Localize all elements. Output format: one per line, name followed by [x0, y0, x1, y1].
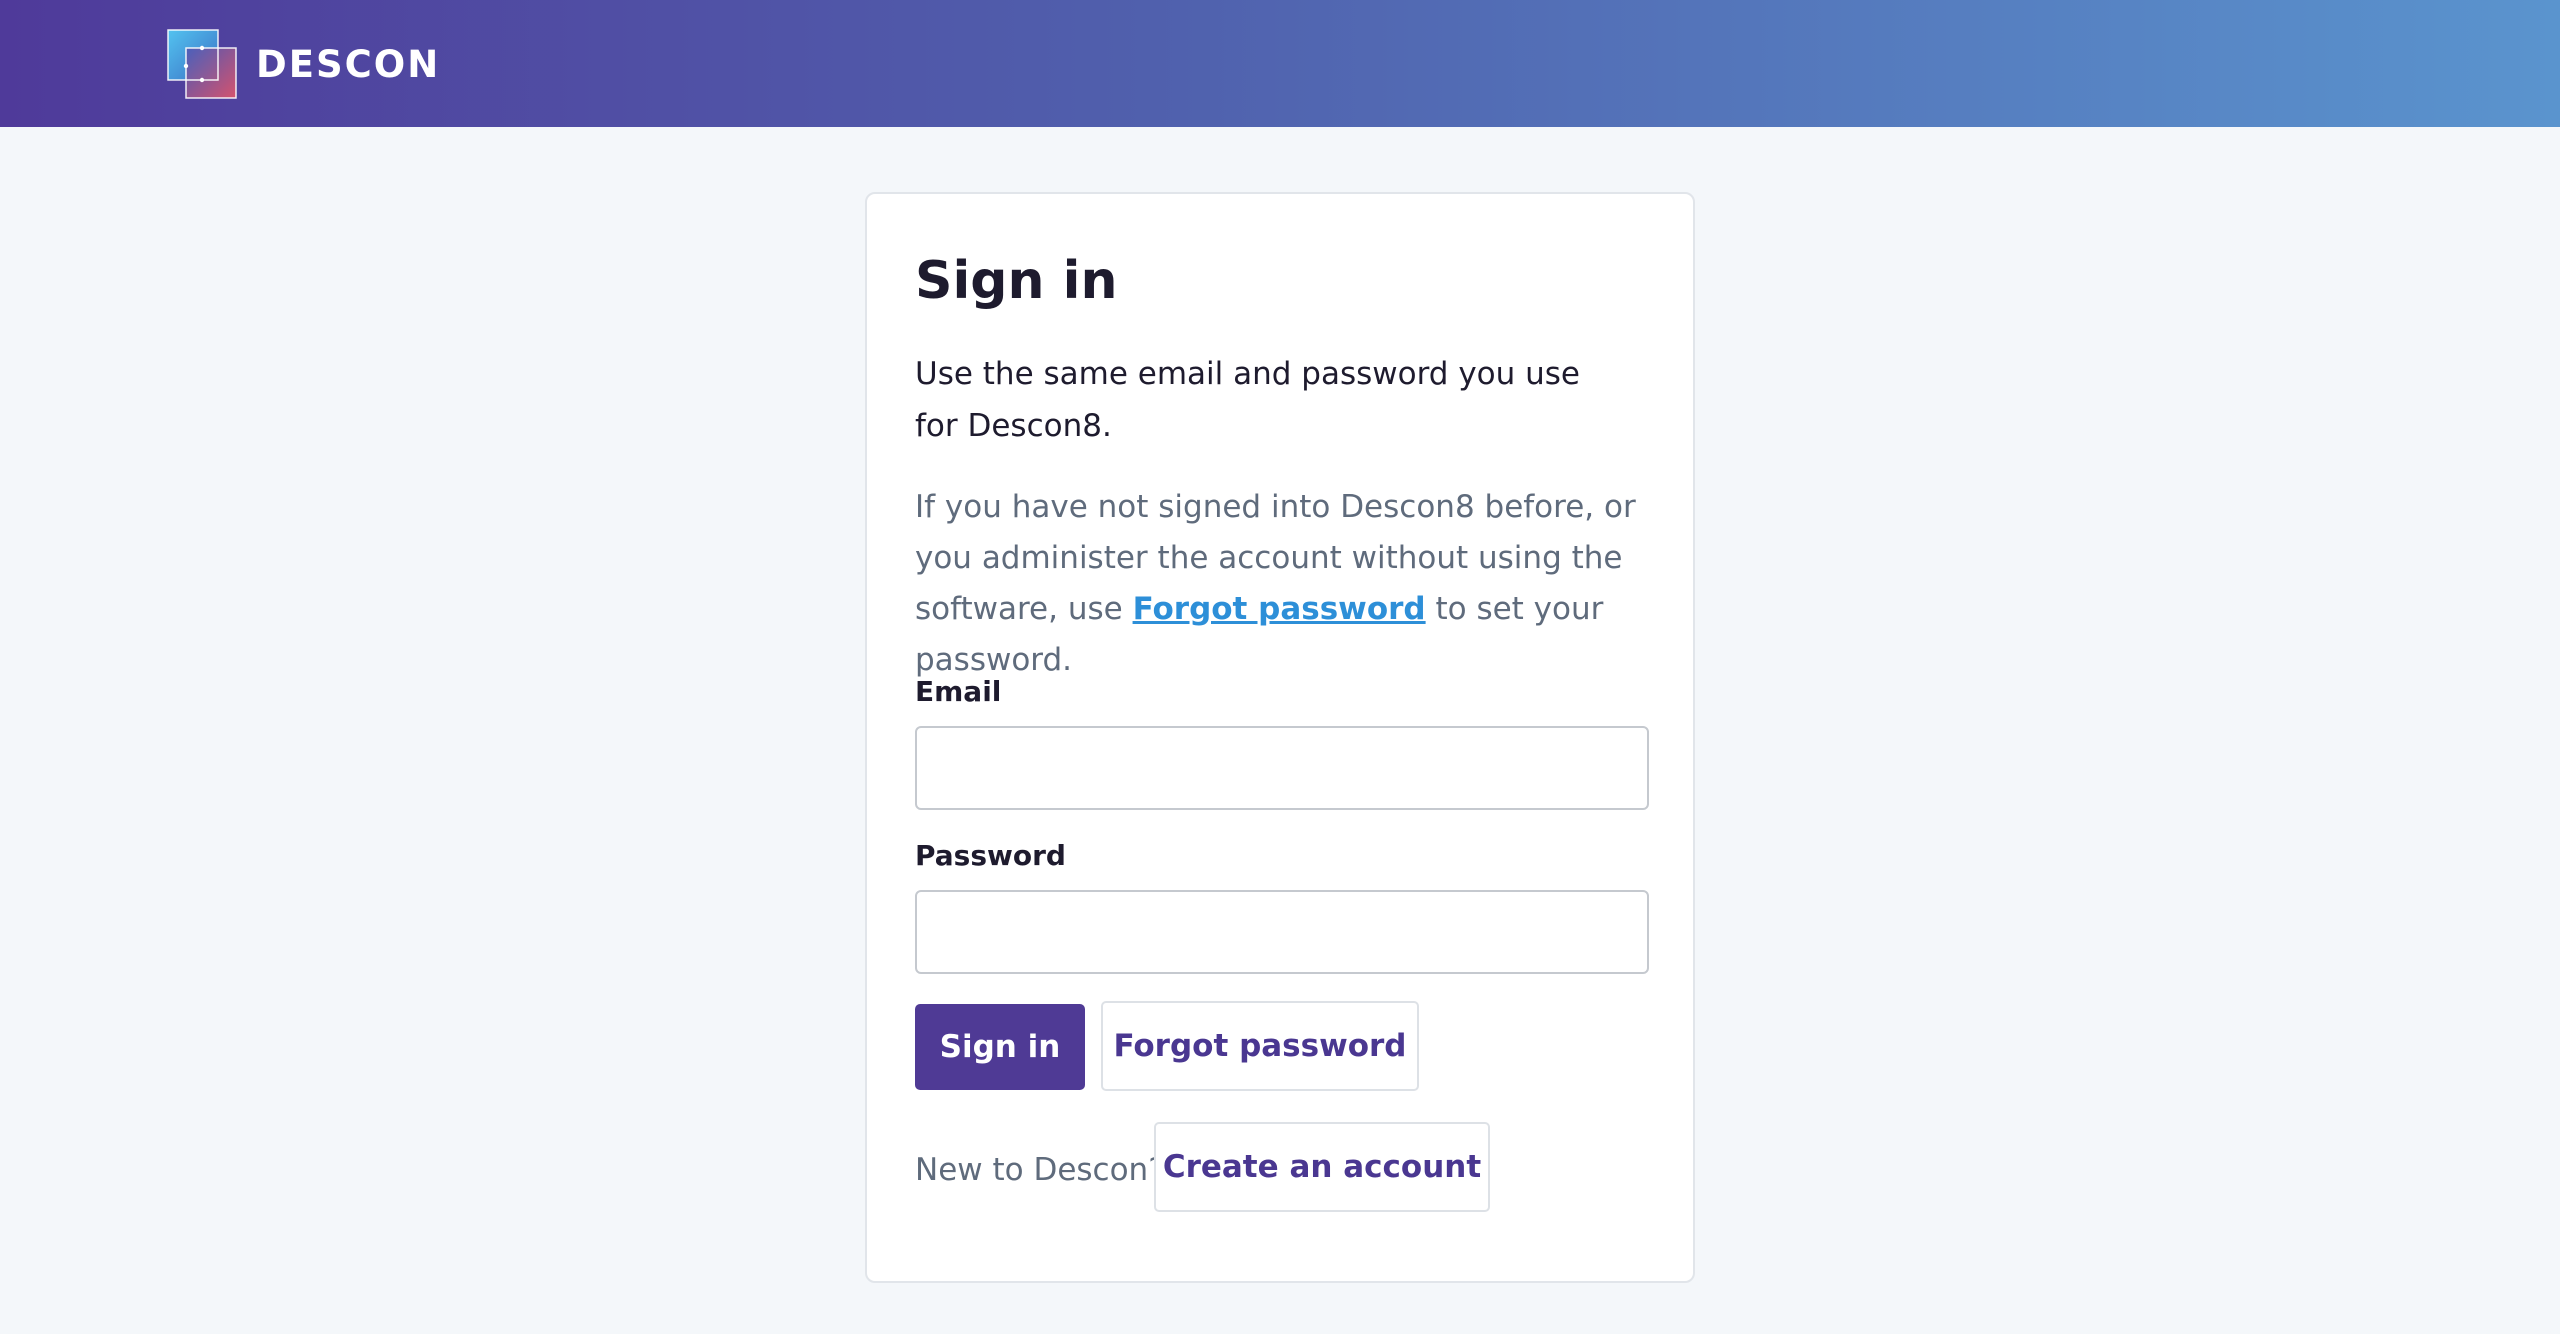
forgot-password-link[interactable]: Forgot password: [1133, 591, 1426, 627]
first-time-note: If you have not signed into Descon8 befo…: [915, 482, 1655, 686]
email-label: Email: [915, 675, 1002, 708]
descon-logo-icon[interactable]: [166, 28, 238, 100]
new-to-descon-text: New to Descon?: [915, 1152, 1165, 1188]
page-title: Sign in: [915, 251, 1118, 311]
forgot-password-button[interactable]: Forgot password: [1101, 1001, 1419, 1091]
intro-text: Use the same email and password you use …: [915, 356, 1581, 444]
top-header: DESCON: [0, 0, 2560, 127]
password-field[interactable]: [915, 890, 1649, 974]
sign-in-button[interactable]: Sign in: [915, 1004, 1085, 1090]
brand-name[interactable]: DESCON: [256, 40, 440, 90]
password-label: Password: [915, 839, 1066, 872]
create-account-button[interactable]: Create an account: [1154, 1122, 1490, 1212]
signin-card: Sign in Use the same email and password …: [865, 192, 1695, 1283]
email-field[interactable]: [915, 726, 1649, 810]
